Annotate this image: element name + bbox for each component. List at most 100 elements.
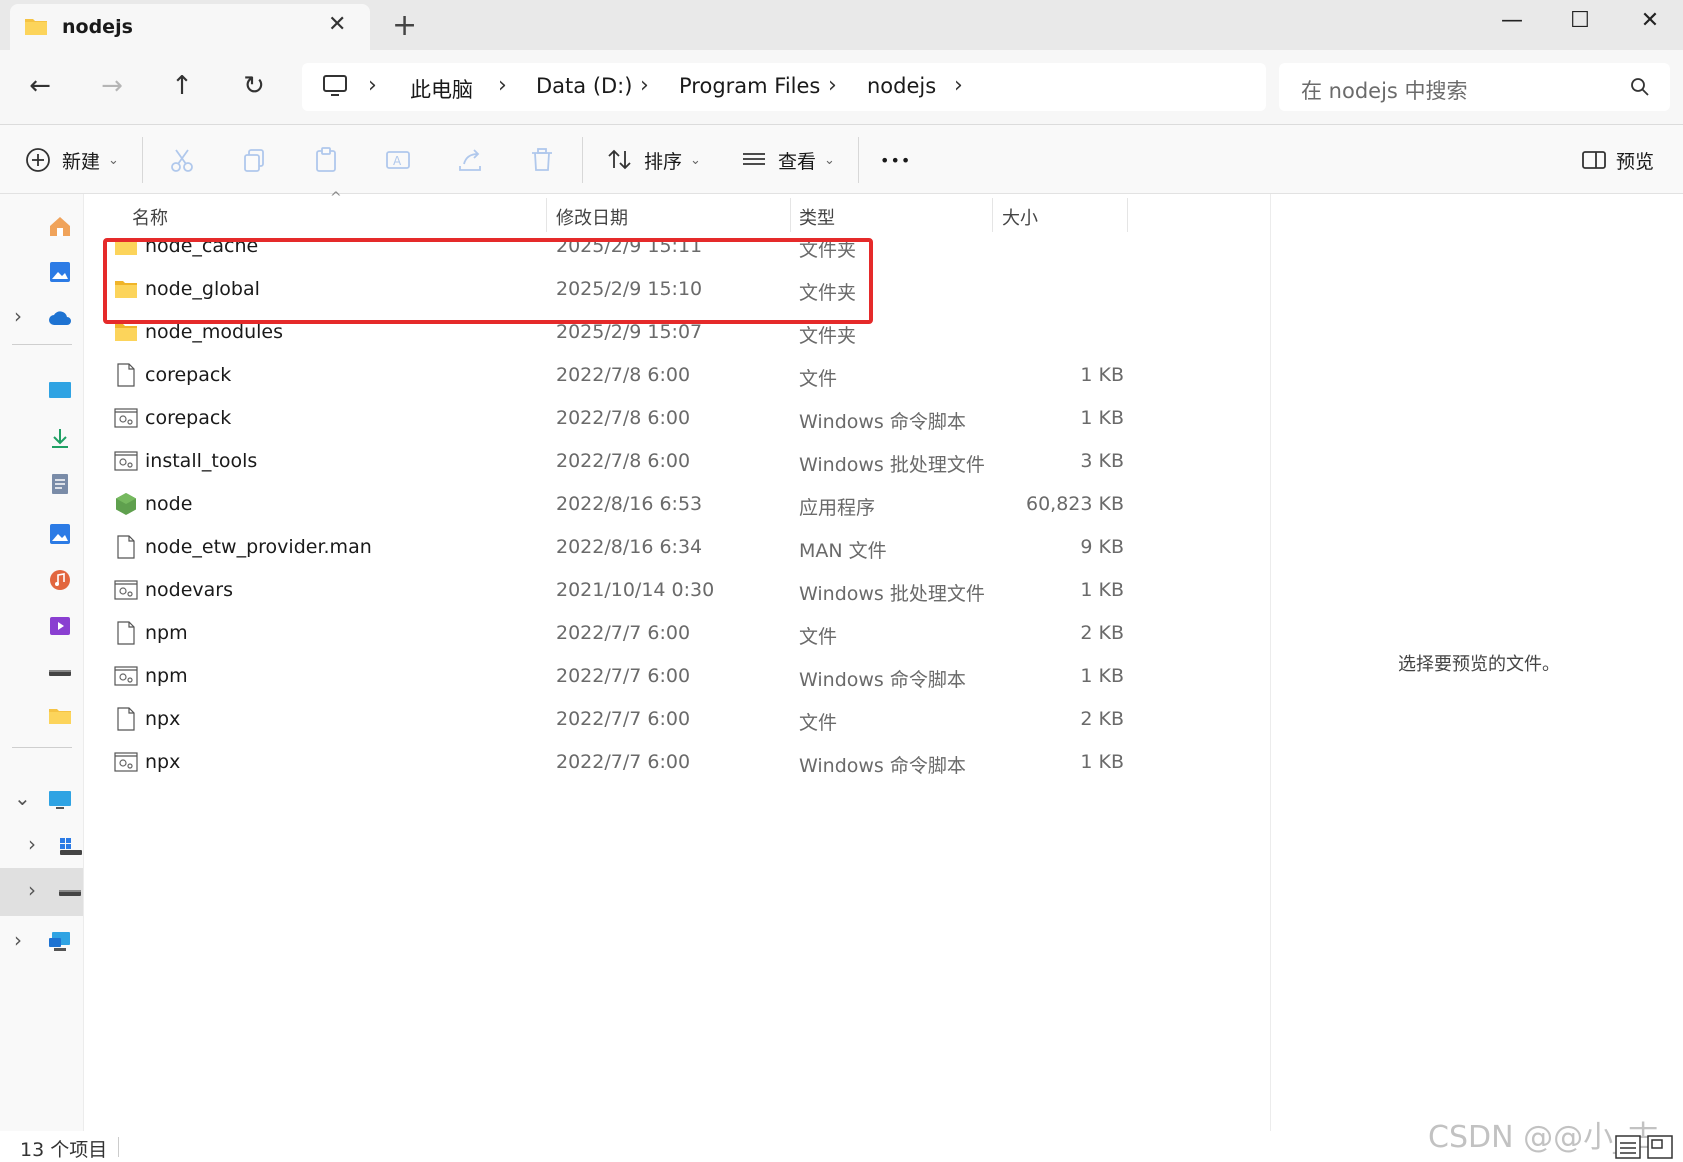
breadcrumb-nodejs[interactable]: nodejs — [867, 74, 936, 98]
new-button[interactable]: 新建 ⌄ — [24, 143, 119, 177]
sidebar-item-gallery[interactable] — [0, 250, 83, 294]
tab-nodejs[interactable]: nodejs ✕ — [10, 4, 370, 50]
sidebar-item-music[interactable] — [0, 558, 83, 602]
drive-icon — [49, 670, 71, 676]
sidebar-item-downloads[interactable] — [0, 416, 83, 460]
sidebar-item-drive[interactable] — [0, 650, 83, 694]
rename-icon: A — [386, 151, 410, 169]
file-name: nodevars — [145, 579, 234, 601]
file-type: 应用程序 — [799, 497, 876, 519]
view-label: 查看 — [778, 150, 817, 173]
file-size: 2 KB — [1080, 708, 1124, 730]
download-icon — [52, 429, 68, 448]
plus-circle-icon — [26, 148, 50, 172]
breadcrumb-separator-icon[interactable]: › — [640, 73, 649, 98]
file-type: 文件 — [799, 626, 838, 648]
file-list: ^ 名称 修改日期 类型 大小 node_cache 2025/2/9 15:11… — [84, 190, 1270, 1131]
table-row[interactable]: nodevars 2021/10/14 0:30 Windows 批处理文件 1 KB — [84, 569, 1124, 612]
search-input[interactable]: 在 nodejs 中搜索 — [1301, 75, 1468, 105]
share-button[interactable] — [456, 143, 484, 177]
address-bar[interactable]: › 此电脑 › Data (D:) › Program Files › node… — [302, 63, 1266, 111]
file-icon — [117, 707, 135, 731]
breadcrumb-program-files[interactable]: Program Files — [679, 74, 820, 98]
refresh-button[interactable]: ↻ — [234, 66, 274, 106]
sidebar-item-network[interactable]: › — [0, 920, 83, 964]
more-options-button[interactable]: ••• — [880, 143, 911, 177]
file-type: Windows 批处理文件 — [799, 454, 985, 476]
sidebar-item-videos[interactable] — [0, 604, 83, 648]
breadcrumb-data-drive[interactable]: Data (D:) — [536, 74, 632, 98]
chevron-right-icon[interactable]: › — [14, 928, 22, 952]
trash-icon — [532, 148, 552, 171]
up-button[interactable]: ↑ — [162, 66, 202, 106]
file-size: 9 KB — [1080, 536, 1124, 558]
sort-button[interactable]: 排序 ⌄ — [606, 143, 701, 177]
table-row[interactable]: corepack 2022/7/8 6:00 文件 1 KB — [84, 354, 1124, 397]
view-button[interactable]: 查看 ⌄ — [740, 143, 835, 177]
item-count: 13 个项目 — [20, 1139, 108, 1161]
computer-icon — [49, 791, 71, 809]
tab-title: nodejs — [62, 16, 133, 38]
table-row[interactable]: node_cache 2025/2/9 15:11 文件夹 — [84, 225, 1124, 268]
file-type: 文件 — [799, 712, 838, 734]
sidebar-item-home[interactable] — [0, 204, 83, 248]
preview-label: 预览 — [1616, 150, 1655, 173]
delete-button[interactable] — [528, 143, 556, 177]
toolbar-divider — [858, 137, 859, 183]
file-name: node_modules — [145, 321, 284, 343]
copy-button[interactable] — [240, 143, 268, 177]
chevron-right-icon[interactable]: › — [28, 878, 36, 902]
table-row[interactable]: corepack 2022/7/8 6:00 Windows 命令脚本 1 KB — [84, 397, 1124, 440]
table-row[interactable]: node 2022/8/16 6:53 应用程序 60,823 KB — [84, 483, 1124, 526]
table-row[interactable]: install_tools 2022/7/8 6:00 Windows 批处理文件 3… — [84, 440, 1124, 483]
file-date: 2022/7/8 6:00 — [556, 407, 691, 429]
minimize-button[interactable]: — — [1484, 0, 1540, 40]
sidebar-item-onedrive[interactable]: › — [0, 296, 83, 340]
chevron-down-icon[interactable]: ⌄ — [14, 786, 31, 810]
maximize-button[interactable]: ☐ — [1552, 0, 1608, 40]
table-row[interactable]: npx 2022/7/7 6:00 Windows 命令脚本 1 KB — [84, 741, 1124, 784]
close-window-button[interactable]: ✕ — [1622, 0, 1678, 40]
gallery-icon — [50, 262, 70, 282]
sidebar-item-data-drive[interactable]: › — [0, 868, 83, 916]
sidebar-item-pictures[interactable] — [0, 512, 83, 556]
table-row[interactable]: node_modules 2025/2/9 15:07 文件夹 — [84, 311, 1124, 354]
paste-button[interactable] — [312, 143, 340, 177]
sidebar-item-windows-drive[interactable]: › — [0, 824, 83, 868]
breadcrumb-this-pc[interactable]: 此电脑 — [410, 74, 473, 104]
table-row[interactable]: node_etw_provider.man 2022/8/16 6:34 MAN 文… — [84, 526, 1124, 569]
file-size: 3 KB — [1080, 450, 1124, 472]
sidebar-item-desktop[interactable] — [0, 368, 83, 412]
column-divider[interactable] — [1127, 198, 1128, 232]
sidebar-item-folder[interactable] — [0, 694, 83, 738]
rename-button[interactable]: A — [384, 143, 412, 177]
view-list-icon — [743, 153, 765, 165]
table-row[interactable]: npm 2022/7/7 6:00 Windows 命令脚本 1 KB — [84, 655, 1124, 698]
preview-pane-icon — [1582, 151, 1606, 169]
folder-icon — [115, 324, 137, 341]
breadcrumb-separator-icon[interactable]: › — [828, 73, 837, 98]
cut-button[interactable] — [168, 143, 196, 177]
table-row[interactable]: npm 2022/7/7 6:00 文件 2 KB — [84, 612, 1124, 655]
preview-pane-button[interactable]: 预览 — [1580, 143, 1654, 177]
tab-close-icon[interactable]: ✕ — [328, 12, 346, 37]
chevron-right-icon[interactable]: › — [14, 304, 22, 328]
breadcrumb-separator-icon[interactable]: › — [368, 73, 377, 98]
sidebar-item-documents[interactable] — [0, 462, 83, 506]
file-icon — [117, 535, 135, 559]
network-icon — [49, 932, 70, 951]
breadcrumb-separator-icon[interactable]: › — [498, 73, 507, 98]
new-tab-button[interactable]: + — [392, 8, 417, 43]
details-view-icon[interactable] — [1614, 1134, 1642, 1160]
back-button[interactable]: ← — [20, 66, 60, 106]
forward-button[interactable]: → — [92, 66, 132, 106]
tiles-view-icon[interactable] — [1646, 1134, 1674, 1160]
search-box[interactable]: 在 nodejs 中搜索 — [1279, 63, 1670, 111]
table-row[interactable]: node_global 2025/2/9 15:10 文件夹 — [84, 268, 1124, 311]
breadcrumb-separator-icon[interactable]: › — [954, 73, 963, 98]
chevron-right-icon[interactable]: › — [28, 832, 36, 856]
table-row[interactable]: npx 2022/7/7 6:00 文件 2 KB — [84, 698, 1124, 741]
file-size: 1 KB — [1080, 665, 1124, 687]
file-date: 2021/10/14 0:30 — [556, 579, 715, 601]
sidebar-item-this-pc[interactable]: ⌄ — [0, 778, 83, 822]
